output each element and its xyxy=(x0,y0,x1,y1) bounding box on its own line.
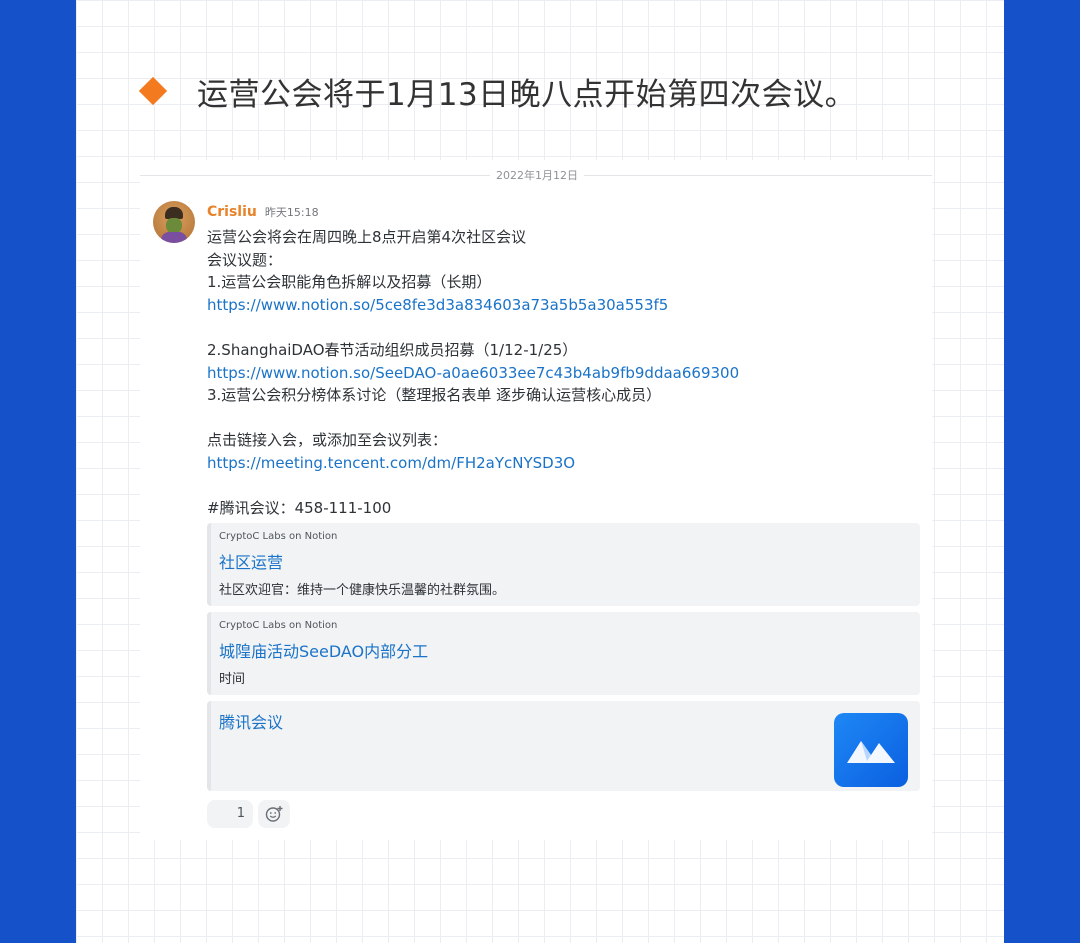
reaction-button[interactable]: 1 xyxy=(207,800,253,828)
avatar[interactable] xyxy=(153,201,195,243)
message-timestamp: 昨天15:18 xyxy=(264,206,319,219)
avatar-body xyxy=(161,232,187,243)
embed-provider[interactable]: CryptoC Labs on Notion xyxy=(219,531,337,542)
message-line: 点击链接入会，或添加至会议列表： xyxy=(207,431,448,450)
date-divider-label: 2022年1月12日 xyxy=(490,167,584,183)
chat-screenshot: 2022年1月12日 Crisliu 昨天15:18 运营公会将会在周四晚上8点… xyxy=(140,160,932,840)
embed-title[interactable]: 城隍庙活动SeeDAO内部分工 xyxy=(219,638,428,662)
embed-title[interactable]: 腾讯会议 xyxy=(219,709,283,733)
message-line-blank xyxy=(207,475,922,498)
message-header: Crisliu 昨天15:18 xyxy=(207,204,922,226)
message-line-blank xyxy=(207,407,922,430)
embed-card: CryptoC Labs on Notion 社区运营 社区欢迎官：维持一个健康… xyxy=(207,523,920,606)
embed-description: 社区欢迎官：维持一个健康快乐温馨的社群氛围。 xyxy=(219,583,506,598)
message: Crisliu 昨天15:18 运营公会将会在周四晚上8点开启第4次社区会议 会… xyxy=(207,204,922,520)
message-line: 会议议题： xyxy=(207,250,283,269)
tencent-meeting-logo-icon[interactable] xyxy=(834,713,908,787)
message-line: #腾讯会议：458-111-100 xyxy=(207,499,392,518)
message-line: 2.ShanghaiDAO春节活动组织成员招募（1/12-1/25） xyxy=(207,340,578,359)
message-line: 3.运营公会积分榜体系讨论（整理报名表单 逐步确认运营核心成员） xyxy=(207,386,662,405)
message-line: 1.运营公会职能角色拆解以及招募（长期） xyxy=(207,273,492,292)
message-line: 运营公会将会在周四晚上8点开启第4次社区会议 xyxy=(207,228,527,246)
embed-description: 时间 xyxy=(219,672,246,687)
add-reaction-button[interactable] xyxy=(258,800,290,828)
embed-title[interactable]: 社区运营 xyxy=(219,549,283,573)
headline-text: 运营公会将于1月13日晚八点开始第四次会议。 xyxy=(197,76,857,113)
username[interactable]: Crisliu xyxy=(207,204,257,220)
notion-link-1[interactable]: https://www.notion.so/5ce8fe3d3a834603a7… xyxy=(207,294,922,317)
embed-card: CryptoC Labs on Notion 城隍庙活动SeeDAO内部分工 时… xyxy=(207,612,920,695)
add-emoji-icon xyxy=(265,806,283,822)
reaction-count: 1 xyxy=(236,806,245,821)
tencent-meeting-link[interactable]: https://meeting.tencent.com/dm/FH2aYcNYS… xyxy=(207,452,922,475)
headline: 运营公会将于1月13日晚八点开始第四次会议。 xyxy=(138,66,857,116)
embed-card: 腾讯会议 xyxy=(207,701,920,791)
embed-provider[interactable]: CryptoC Labs on Notion xyxy=(219,620,337,631)
diamond-bullet-icon xyxy=(138,76,168,106)
notion-link-2[interactable]: https://www.notion.so/SeeDAO-a0ae6033ee7… xyxy=(207,362,922,385)
message-line-blank xyxy=(207,316,922,339)
